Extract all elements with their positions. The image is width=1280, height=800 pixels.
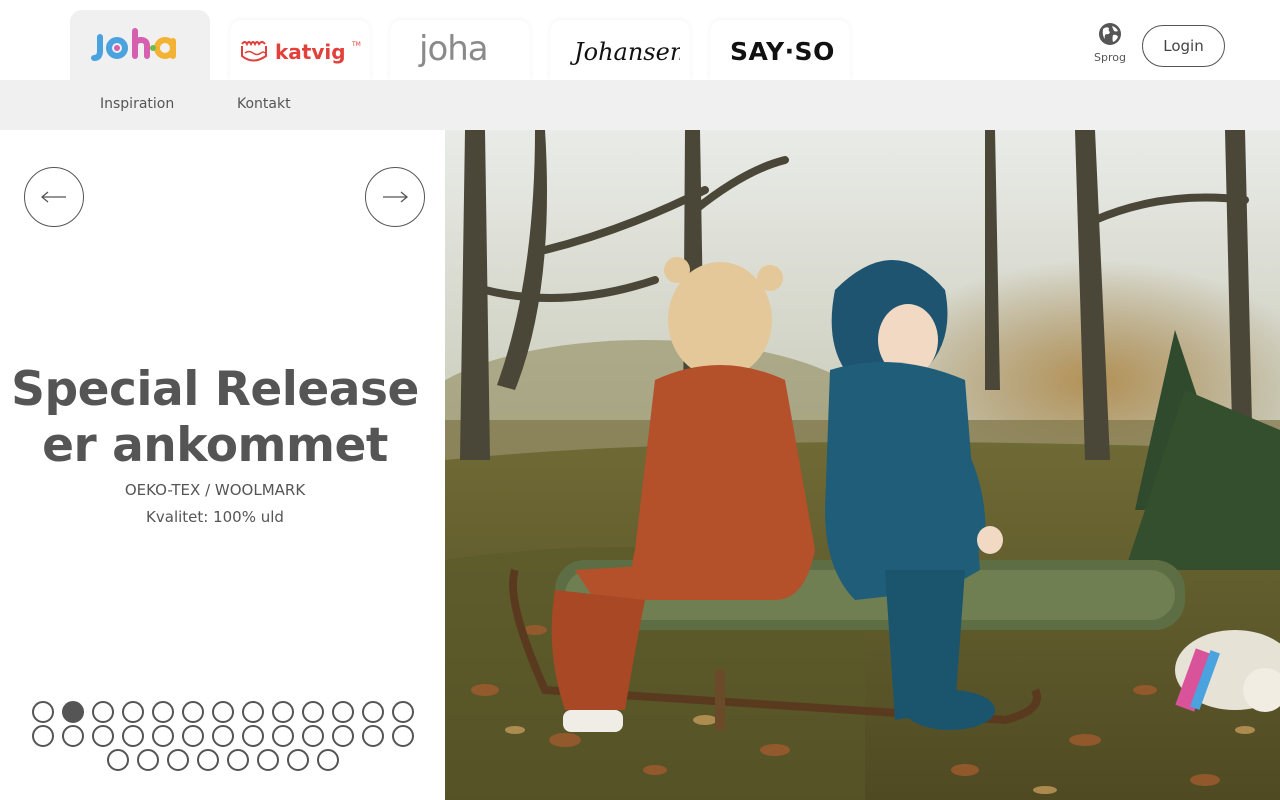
svg-text:Johansen: Johansen: [569, 38, 680, 66]
hero-image: [445, 130, 1280, 800]
slide-dot[interactable]: [256, 749, 279, 771]
brand-tab-katvig[interactable]: katvig TM: [230, 20, 370, 80]
language-label: Sprog: [1094, 51, 1126, 64]
svg-text:SAY·SO: SAY·SO: [730, 37, 835, 66]
hero-photo: [445, 130, 1280, 800]
slide-dot[interactable]: [166, 749, 189, 771]
slide-dot[interactable]: [121, 701, 144, 723]
brand-tab-joha-grey[interactable]: joha: [390, 20, 530, 80]
slide-dot[interactable]: [91, 701, 114, 723]
slide-dot[interactable]: [241, 701, 264, 723]
main-nav: Inspiration Kontakt: [0, 80, 1280, 130]
globe-icon: [1099, 23, 1121, 45]
brand-header: katvig TM joha Johansen SAY·SO Sprog Log…: [0, 0, 1280, 80]
slide-dot[interactable]: [331, 725, 354, 747]
slide-dot[interactable]: [331, 701, 354, 723]
joha-grey-logo: joha: [418, 30, 489, 69]
slide-dot[interactable]: [271, 725, 294, 747]
brand-tab-joha[interactable]: [70, 10, 210, 80]
hero-title: Special Release er ankommet: [0, 362, 430, 474]
pagination-row: [0, 749, 445, 771]
hero-subtitle-certification: OEKO-TEX / WOOLMARK: [124, 481, 306, 499]
prev-slide-button[interactable]: [24, 167, 84, 227]
slide-dot[interactable]: [301, 725, 324, 747]
slide-dot[interactable]: [361, 725, 384, 747]
slide-dot[interactable]: [196, 749, 219, 771]
joha-color-logo: [91, 28, 176, 61]
slide-dot[interactable]: [121, 725, 144, 747]
hero-title-line2: er ankommet: [42, 418, 388, 473]
language-selector[interactable]: Sprog: [1090, 22, 1130, 64]
hero-subtitle-quality: Kvalitet: 100% uld: [146, 508, 284, 526]
login-button[interactable]: Login: [1142, 25, 1225, 67]
svg-text:TM: TM: [351, 41, 361, 48]
slide-dot[interactable]: [271, 701, 294, 723]
slide-pagination: [0, 701, 445, 773]
katvig-logo: katvig TM: [241, 40, 361, 64]
pagination-row: [0, 701, 445, 723]
slide-dot[interactable]: [301, 701, 324, 723]
arrow-left-icon: [41, 191, 66, 203]
slide-dot[interactable]: [181, 701, 204, 723]
brand-tab-sayso[interactable]: SAY·SO: [710, 20, 850, 80]
slide-dot[interactable]: [31, 701, 54, 723]
slide-dot[interactable]: [361, 701, 384, 723]
svg-text:katvig: katvig: [275, 40, 346, 64]
slide-dot[interactable]: [286, 749, 309, 771]
slide-dot[interactable]: [241, 725, 264, 747]
nav-link-inspiration[interactable]: Inspiration: [100, 96, 174, 112]
slide-dot[interactable]: [181, 725, 204, 747]
slide-dot[interactable]: [391, 701, 414, 723]
svg-text:joha: joha: [418, 30, 488, 69]
brand-tab-johansen[interactable]: Johansen: [550, 20, 690, 80]
slide-dot[interactable]: [151, 701, 174, 723]
nav-link-kontakt[interactable]: Kontakt: [237, 96, 291, 112]
pagination-row: [0, 725, 445, 747]
slide-dot[interactable]: [391, 725, 414, 747]
arrow-right-icon: [383, 191, 408, 203]
slide-dot[interactable]: [61, 725, 84, 747]
slide-dot[interactable]: [106, 749, 129, 771]
slide-dot[interactable]: [211, 701, 234, 723]
hero-title-line1: Special Release: [11, 362, 419, 417]
next-slide-button[interactable]: [365, 167, 425, 227]
slide-dot[interactable]: [316, 749, 339, 771]
slide-dot[interactable]: [151, 725, 174, 747]
slide-dot[interactable]: [61, 701, 84, 723]
slide-dot[interactable]: [226, 749, 249, 771]
slide-dot[interactable]: [31, 725, 54, 747]
johansen-logo: Johansen: [569, 38, 680, 66]
sayso-logo: SAY·SO: [730, 37, 835, 66]
slide-dot[interactable]: [211, 725, 234, 747]
hero-text-panel: Special Release er ankommet OEKO-TEX / W…: [0, 130, 445, 800]
slide-dot[interactable]: [91, 725, 114, 747]
slide-dot[interactable]: [136, 749, 159, 771]
